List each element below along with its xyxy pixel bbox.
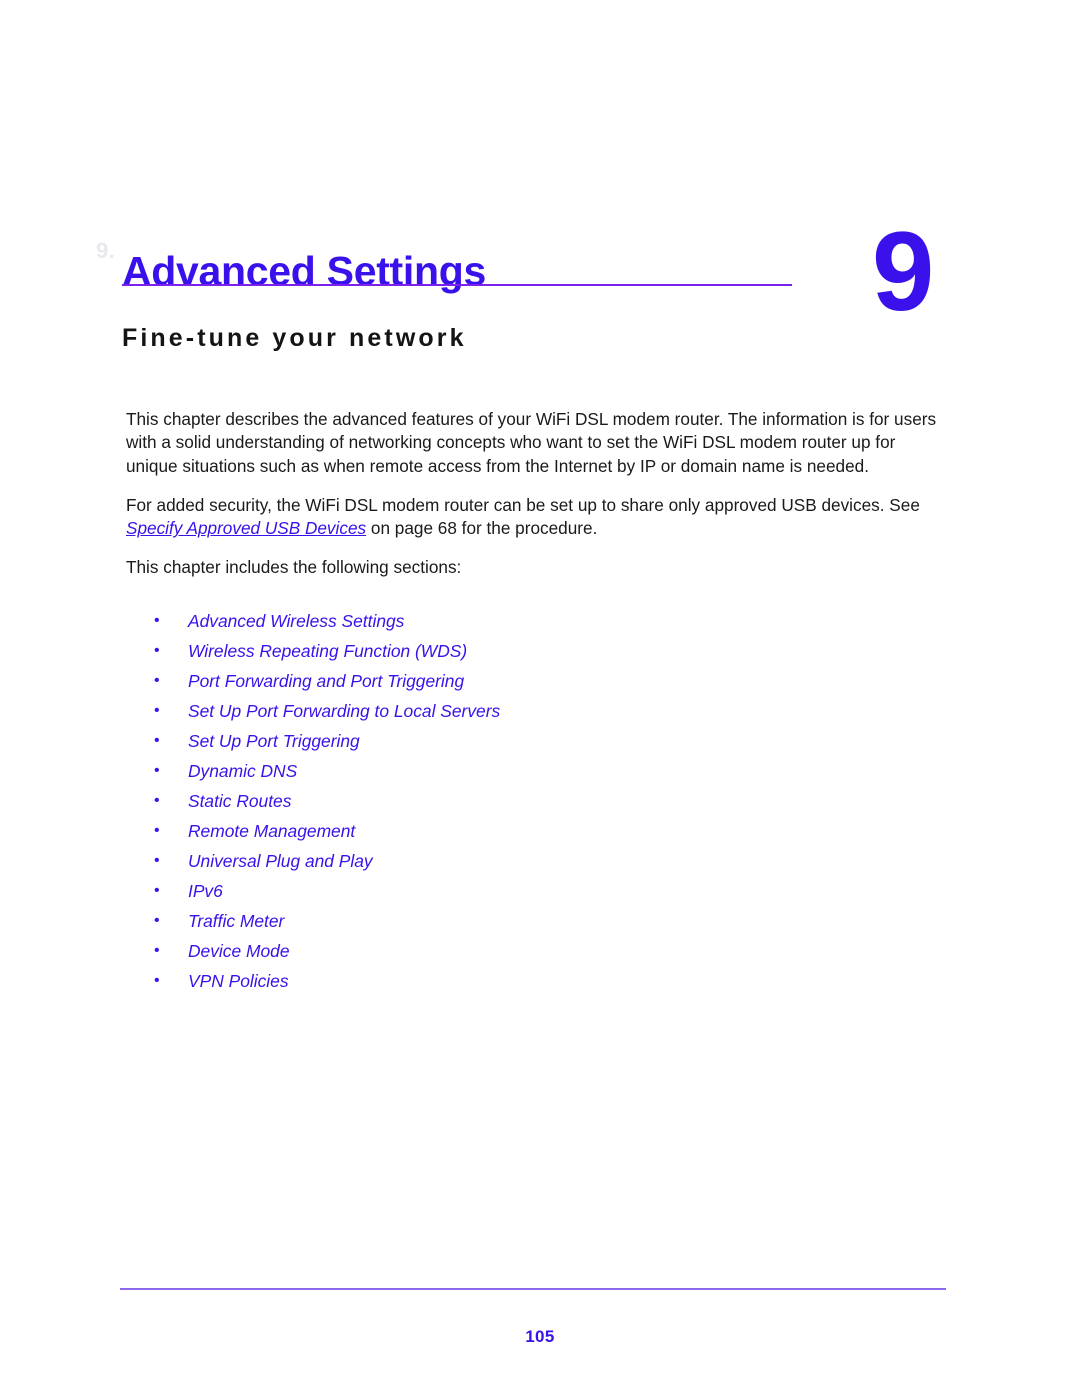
section-link-label[interactable]: Universal Plug and Play xyxy=(188,851,373,871)
section-link-label[interactable]: Advanced Wireless Settings xyxy=(188,611,404,631)
list-item[interactable]: • VPN Policies xyxy=(126,966,946,996)
list-item[interactable]: • Wireless Repeating Function (WDS) xyxy=(126,636,946,666)
section-link-label[interactable]: Remote Management xyxy=(188,821,355,841)
list-item[interactable]: • Static Routes xyxy=(126,786,946,816)
bullet-icon: • xyxy=(154,912,160,929)
list-item[interactable]: • Set Up Port Forwarding to Local Server… xyxy=(126,696,946,726)
usb-security-paragraph: For added security, the WiFi DSL modem r… xyxy=(126,494,946,541)
section-link-label[interactable]: Set Up Port Triggering xyxy=(188,731,360,751)
chapter-sections-list: • Advanced Wireless Settings • Wireless … xyxy=(126,606,946,996)
bullet-icon: • xyxy=(154,612,160,629)
bullet-icon: • xyxy=(154,672,160,689)
page-title: Advanced Settings xyxy=(122,248,486,295)
bullet-icon: • xyxy=(154,882,160,899)
section-link-label[interactable]: Device Mode xyxy=(188,941,290,961)
list-item[interactable]: • Advanced Wireless Settings xyxy=(126,606,946,636)
body-content: This chapter describes the advanced feat… xyxy=(126,408,946,580)
bullet-icon: • xyxy=(154,702,160,719)
bullet-icon: • xyxy=(154,732,160,749)
intro-paragraph: This chapter describes the advanced feat… xyxy=(126,409,937,476)
section-link-label[interactable]: Wireless Repeating Function (WDS) xyxy=(188,641,467,661)
list-item[interactable]: • Set Up Port Triggering xyxy=(126,726,946,756)
list-item[interactable]: • Port Forwarding and Port Triggering xyxy=(126,666,946,696)
list-item[interactable]: • Universal Plug and Play xyxy=(126,846,946,876)
usb-paragraph-text-after: on page 68 for the procedure. xyxy=(366,518,598,539)
bullet-icon: • xyxy=(154,852,160,869)
page-number: 105 xyxy=(525,1327,555,1346)
section-link-label[interactable]: Port Forwarding and Port Triggering xyxy=(188,671,464,691)
bullet-icon: • xyxy=(154,792,160,809)
section-link-label[interactable]: Static Routes xyxy=(188,791,291,811)
section-link-label[interactable]: Set Up Port Forwarding to Local Servers xyxy=(188,701,500,721)
footer-divider xyxy=(120,1288,946,1290)
ghost-chapter-marker: 9. xyxy=(96,238,116,263)
sections-lead-in: This chapter includes the following sect… xyxy=(126,557,462,578)
page-subtitle: Fine-tune your network xyxy=(122,323,467,352)
bullet-icon: • xyxy=(154,972,160,989)
list-item[interactable]: • Traffic Meter xyxy=(126,906,946,936)
bullet-icon: • xyxy=(154,642,160,659)
bullet-icon: • xyxy=(154,822,160,839)
section-link-label[interactable]: VPN Policies xyxy=(188,971,289,991)
section-link-label[interactable]: Traffic Meter xyxy=(188,911,284,931)
usb-paragraph-text-before: For added security, the WiFi DSL modem r… xyxy=(126,494,920,515)
section-link-label[interactable]: Dynamic DNS xyxy=(188,761,297,781)
document-page: 9. Advanced Settings Fine-tune your netw… xyxy=(0,0,1080,1397)
bullet-icon: • xyxy=(154,942,160,959)
list-item[interactable]: • Device Mode xyxy=(126,936,946,966)
specify-approved-usb-devices-link[interactable]: Specify Approved USB Devices xyxy=(126,518,366,538)
list-item[interactable]: • Dynamic DNS xyxy=(126,756,946,786)
list-item[interactable]: • Remote Management xyxy=(126,816,946,846)
title-divider xyxy=(122,284,792,286)
list-item[interactable]: • IPv6 xyxy=(126,876,946,906)
chapter-number: 9 xyxy=(872,209,934,334)
section-link-label[interactable]: IPv6 xyxy=(188,881,223,901)
bullet-icon: • xyxy=(154,762,160,779)
